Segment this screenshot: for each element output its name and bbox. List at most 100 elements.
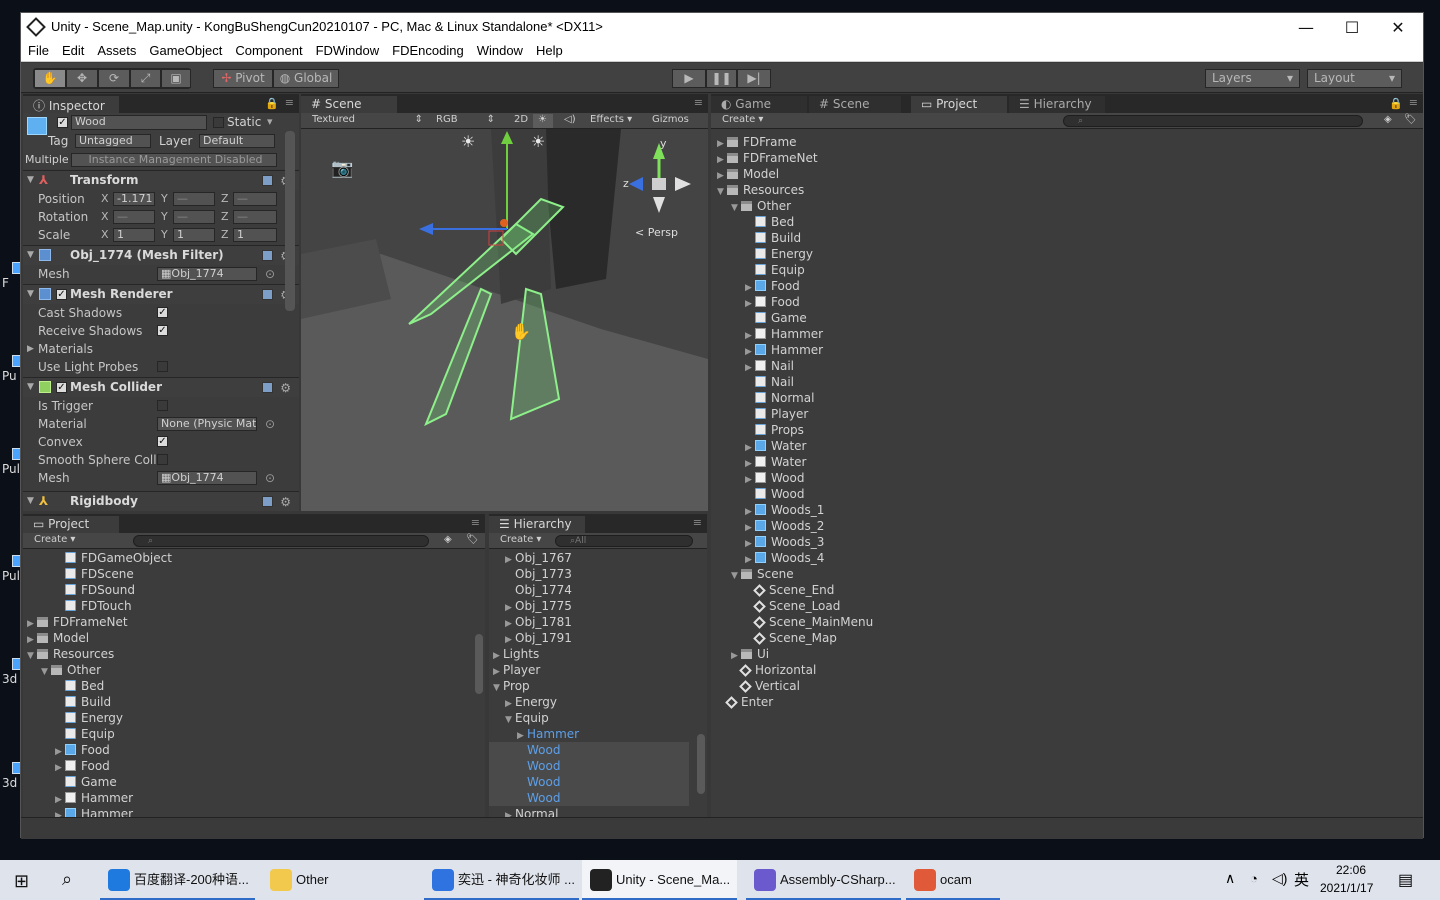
camera-icon[interactable]: 📷: [331, 158, 353, 179]
gizmo-center[interactable]: [652, 178, 666, 190]
tree-item[interactable]: Obj_1774: [489, 582, 689, 598]
mesh-renderer-enabled-checkbox[interactable]: ✓: [56, 289, 67, 300]
step-button[interactable]: ▶|: [737, 69, 771, 88]
tab-menu-icon[interactable]: ≡: [1409, 96, 1418, 109]
tree-item[interactable]: Energy: [711, 246, 1423, 262]
tree-item[interactable]: Game: [711, 310, 1423, 326]
tab-scene-right[interactable]: # Scene: [809, 96, 901, 113]
physic-material-field[interactable]: None (Physic Mate: [157, 417, 257, 431]
tree-item[interactable]: ▼ Equip: [489, 710, 689, 726]
tree-item[interactable]: ▶ Ui: [711, 646, 1423, 662]
hierarchy-search-input[interactable]: ⌕All: [555, 535, 693, 547]
lock-icon[interactable]: 🔒: [265, 97, 279, 110]
is-trigger-checkbox[interactable]: [157, 400, 168, 411]
rotation-y-field[interactable]: —: [173, 210, 215, 224]
help-icon[interactable]: [262, 175, 273, 186]
desktop-shortcut[interactable]: Pu: [2, 355, 24, 383]
tray-chevron-icon[interactable]: ∧: [1225, 870, 1235, 887]
foldout-arrow-icon[interactable]: ▼: [27, 492, 34, 511]
play-button[interactable]: ▶: [672, 69, 706, 88]
tree-item[interactable]: ▶ Obj_1775: [489, 598, 689, 614]
rotate-tool-icon[interactable]: ⟳: [98, 69, 130, 88]
tree-item[interactable]: Build: [23, 694, 485, 710]
foldout-arrow-icon[interactable]: ▼: [27, 246, 34, 265]
tree-item[interactable]: ▶ Wood: [711, 470, 1423, 486]
desktop-shortcut[interactable]: 3d: [2, 762, 24, 790]
taskbar-app-button[interactable]: ocam: [906, 860, 1000, 900]
tree-item[interactable]: ▶ Nail: [711, 358, 1423, 374]
gear-icon[interactable]: ⚙: [280, 493, 291, 511]
tab-project-bottom[interactable]: ▭ Project: [23, 516, 119, 533]
rotation-z-field[interactable]: —: [233, 210, 277, 224]
rotation-x-field[interactable]: —: [113, 210, 155, 224]
tab-inspector[interactable]: ⓘ Inspector: [23, 96, 119, 113]
foldout-arrow-icon[interactable]: ▼: [27, 285, 34, 304]
tree-item[interactable]: ▶ Lights: [489, 646, 689, 662]
tree-item[interactable]: FDTouch: [23, 598, 485, 614]
tree-item[interactable]: Scene_Map: [711, 630, 1423, 646]
help-icon[interactable]: [262, 382, 273, 393]
hand-tool-icon[interactable]: ✋: [34, 69, 66, 88]
search-input[interactable]: ⌕: [133, 535, 429, 547]
tree-item[interactable]: ▶ Hammer: [23, 806, 485, 817]
position-x-field[interactable]: -1.171: [113, 192, 155, 206]
pause-button[interactable]: ❚❚: [706, 69, 737, 88]
receive-shadows-checkbox[interactable]: ✓: [157, 325, 168, 336]
cast-shadows-checkbox[interactable]: ✓: [157, 307, 168, 318]
tree-item[interactable]: ▶ Model: [711, 166, 1423, 182]
tree-item[interactable]: Props: [711, 422, 1423, 438]
rect-tool-icon[interactable]: ▣: [161, 69, 191, 88]
active-checkbox[interactable]: ✓: [57, 117, 68, 128]
effects-dropdown[interactable]: Effects ▾: [585, 114, 641, 128]
taskbar-app-button[interactable]: 百度翻译-200种语...: [100, 860, 255, 900]
tree-item[interactable]: Scene_MainMenu: [711, 614, 1423, 630]
scale-tool-icon[interactable]: ⤢: [130, 69, 161, 88]
tree-item[interactable]: ▶ Water: [711, 454, 1423, 470]
tree-item[interactable]: Scene_Load: [711, 598, 1423, 614]
help-icon[interactable]: [262, 496, 273, 507]
inspector-scrollbar[interactable]: [285, 131, 295, 311]
tree-item[interactable]: ▶ Hammer: [489, 726, 689, 742]
tree-item[interactable]: ▶ Hammer: [711, 342, 1423, 358]
collider-mesh-field[interactable]: ▦Obj_1774: [157, 471, 257, 485]
smooth-sphere-checkbox[interactable]: [157, 454, 168, 465]
tree-item[interactable]: ▶ Woods_2: [711, 518, 1423, 534]
expand-arrow-right-icon[interactable]: ▶: [505, 808, 515, 817]
maximize-button[interactable]: ☐: [1329, 15, 1375, 40]
pivot-button[interactable]: ✢ Pivot: [213, 69, 273, 88]
tree-item[interactable]: Wood: [711, 486, 1423, 502]
tree-item[interactable]: Wood: [489, 790, 689, 806]
menu-gameobject[interactable]: GameObject: [142, 42, 228, 58]
materials-row[interactable]: ▶ Materials: [23, 340, 299, 358]
tree-item[interactable]: ▼ Other: [711, 198, 1423, 214]
menu-file[interactable]: File: [21, 42, 55, 58]
minimize-button[interactable]: —: [1283, 15, 1329, 40]
create-dropdown[interactable]: Create ▾: [29, 534, 89, 548]
filter-label-icon[interactable]: 🏷: [461, 534, 479, 548]
tab-menu-icon[interactable]: ≡: [694, 96, 703, 109]
taskbar-app-button[interactable]: Unity - Scene_Ma...: [582, 860, 737, 900]
static-dropdown-arrow-icon[interactable]: ▾: [267, 115, 273, 128]
tree-item[interactable]: Build: [711, 230, 1423, 246]
help-icon[interactable]: [262, 289, 273, 300]
gear-icon[interactable]: ⚙: [280, 379, 291, 398]
tree-item[interactable]: ▶ Food: [23, 742, 485, 758]
layers-dropdown[interactable]: Layers ▾: [1205, 69, 1300, 88]
desktop-shortcut[interactable]: 3d: [2, 658, 24, 686]
tree-item[interactable]: Equip: [711, 262, 1423, 278]
help-icon[interactable]: [262, 250, 273, 261]
static-checkbox[interactable]: [213, 117, 224, 128]
tree-item[interactable]: ▶ Woods_4: [711, 550, 1423, 566]
foldout-arrow-icon[interactable]: ▶: [27, 340, 34, 358]
rgb-dropdown[interactable]: RGB ⇕: [431, 114, 497, 128]
desktop-shortcut[interactable]: Pul: [2, 448, 24, 476]
layer-dropdown[interactable]: Default: [199, 134, 275, 148]
global-button[interactable]: ◍ Global: [273, 69, 339, 88]
tree-item[interactable]: Scene_End: [711, 582, 1423, 598]
filter-type-icon[interactable]: ◈: [439, 534, 457, 548]
volume-icon[interactable]: ◁): [1272, 870, 1287, 887]
tree-item[interactable]: ▶ Model: [23, 630, 485, 646]
tab-scene[interactable]: # Scene: [301, 96, 397, 113]
tab-hierarchy-bottom[interactable]: ☰ Hierarchy: [489, 516, 585, 533]
tree-item[interactable]: ▼ Resources: [711, 182, 1423, 198]
